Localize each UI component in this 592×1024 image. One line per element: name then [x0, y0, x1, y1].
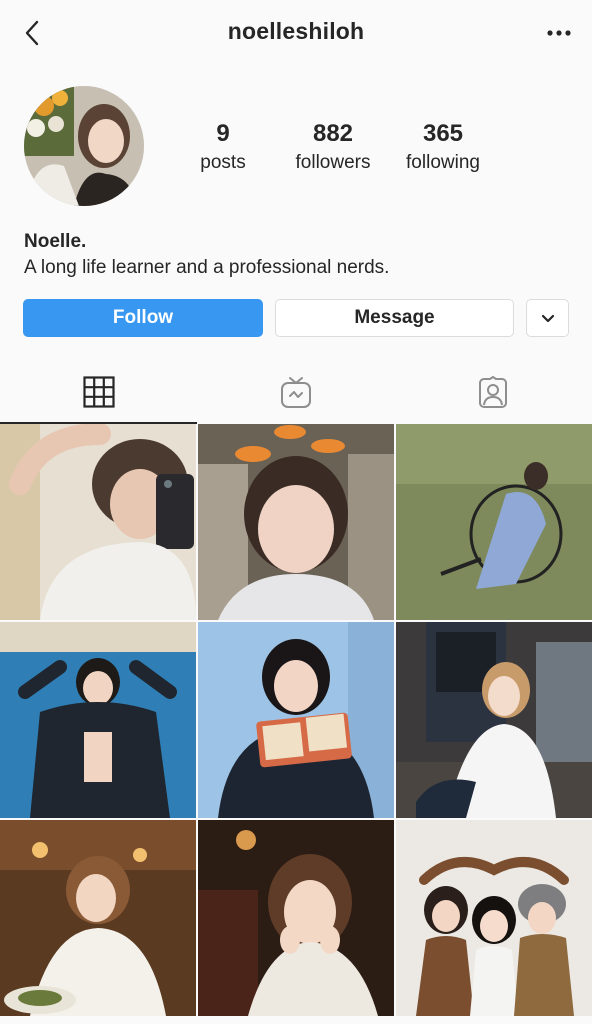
post-thumbnail-9[interactable] — [396, 820, 592, 1016]
igtv-icon — [280, 377, 311, 408]
following-count: 365 — [422, 120, 464, 147]
tab-tagged[interactable] — [394, 362, 591, 422]
top-bar: noelleshiloh — [0, 0, 592, 66]
followers-count: 882 — [312, 120, 354, 147]
tab-grid[interactable] — [0, 362, 197, 424]
bio-text: A long life learner and a professional n… — [24, 257, 390, 278]
post-thumbnail-2[interactable] — [198, 424, 394, 620]
followers-stat[interactable]: 882 followers — [284, 120, 382, 176]
grid-icon — [82, 376, 115, 408]
more-options-button[interactable] — [544, 20, 574, 46]
display-name: Noelle. — [24, 231, 87, 252]
profile-username: noelleshiloh — [227, 18, 365, 44]
post-thumbnail-4[interactable] — [0, 622, 196, 818]
following-stat[interactable]: 365 following — [396, 120, 490, 176]
post-thumbnail-3[interactable] — [396, 424, 592, 620]
post-thumbnail-8[interactable] — [198, 820, 394, 1016]
post-thumbnail-5[interactable] — [198, 622, 394, 818]
followers-label: followers — [295, 152, 371, 173]
follow-button[interactable]: Follow — [23, 299, 263, 337]
chevron-down-icon — [541, 314, 554, 322]
profile-tabs — [0, 362, 592, 424]
tagged-person-icon — [478, 376, 507, 408]
posts-label: posts — [200, 152, 246, 173]
posts-stat[interactable]: 9 posts — [193, 120, 253, 176]
post-thumbnail-7[interactable] — [0, 820, 196, 1016]
post-grid — [0, 424, 592, 1024]
post-thumbnail-6[interactable] — [396, 622, 592, 818]
following-label: following — [406, 152, 480, 173]
post-thumbnail-1[interactable] — [0, 424, 196, 620]
posts-count: 9 — [216, 120, 230, 147]
profile-avatar[interactable] — [24, 86, 144, 206]
suggested-dropdown-button[interactable] — [526, 299, 569, 337]
message-button[interactable]: Message — [275, 299, 514, 337]
more-horizontal-icon — [547, 30, 571, 36]
tab-igtv[interactable] — [197, 362, 394, 422]
